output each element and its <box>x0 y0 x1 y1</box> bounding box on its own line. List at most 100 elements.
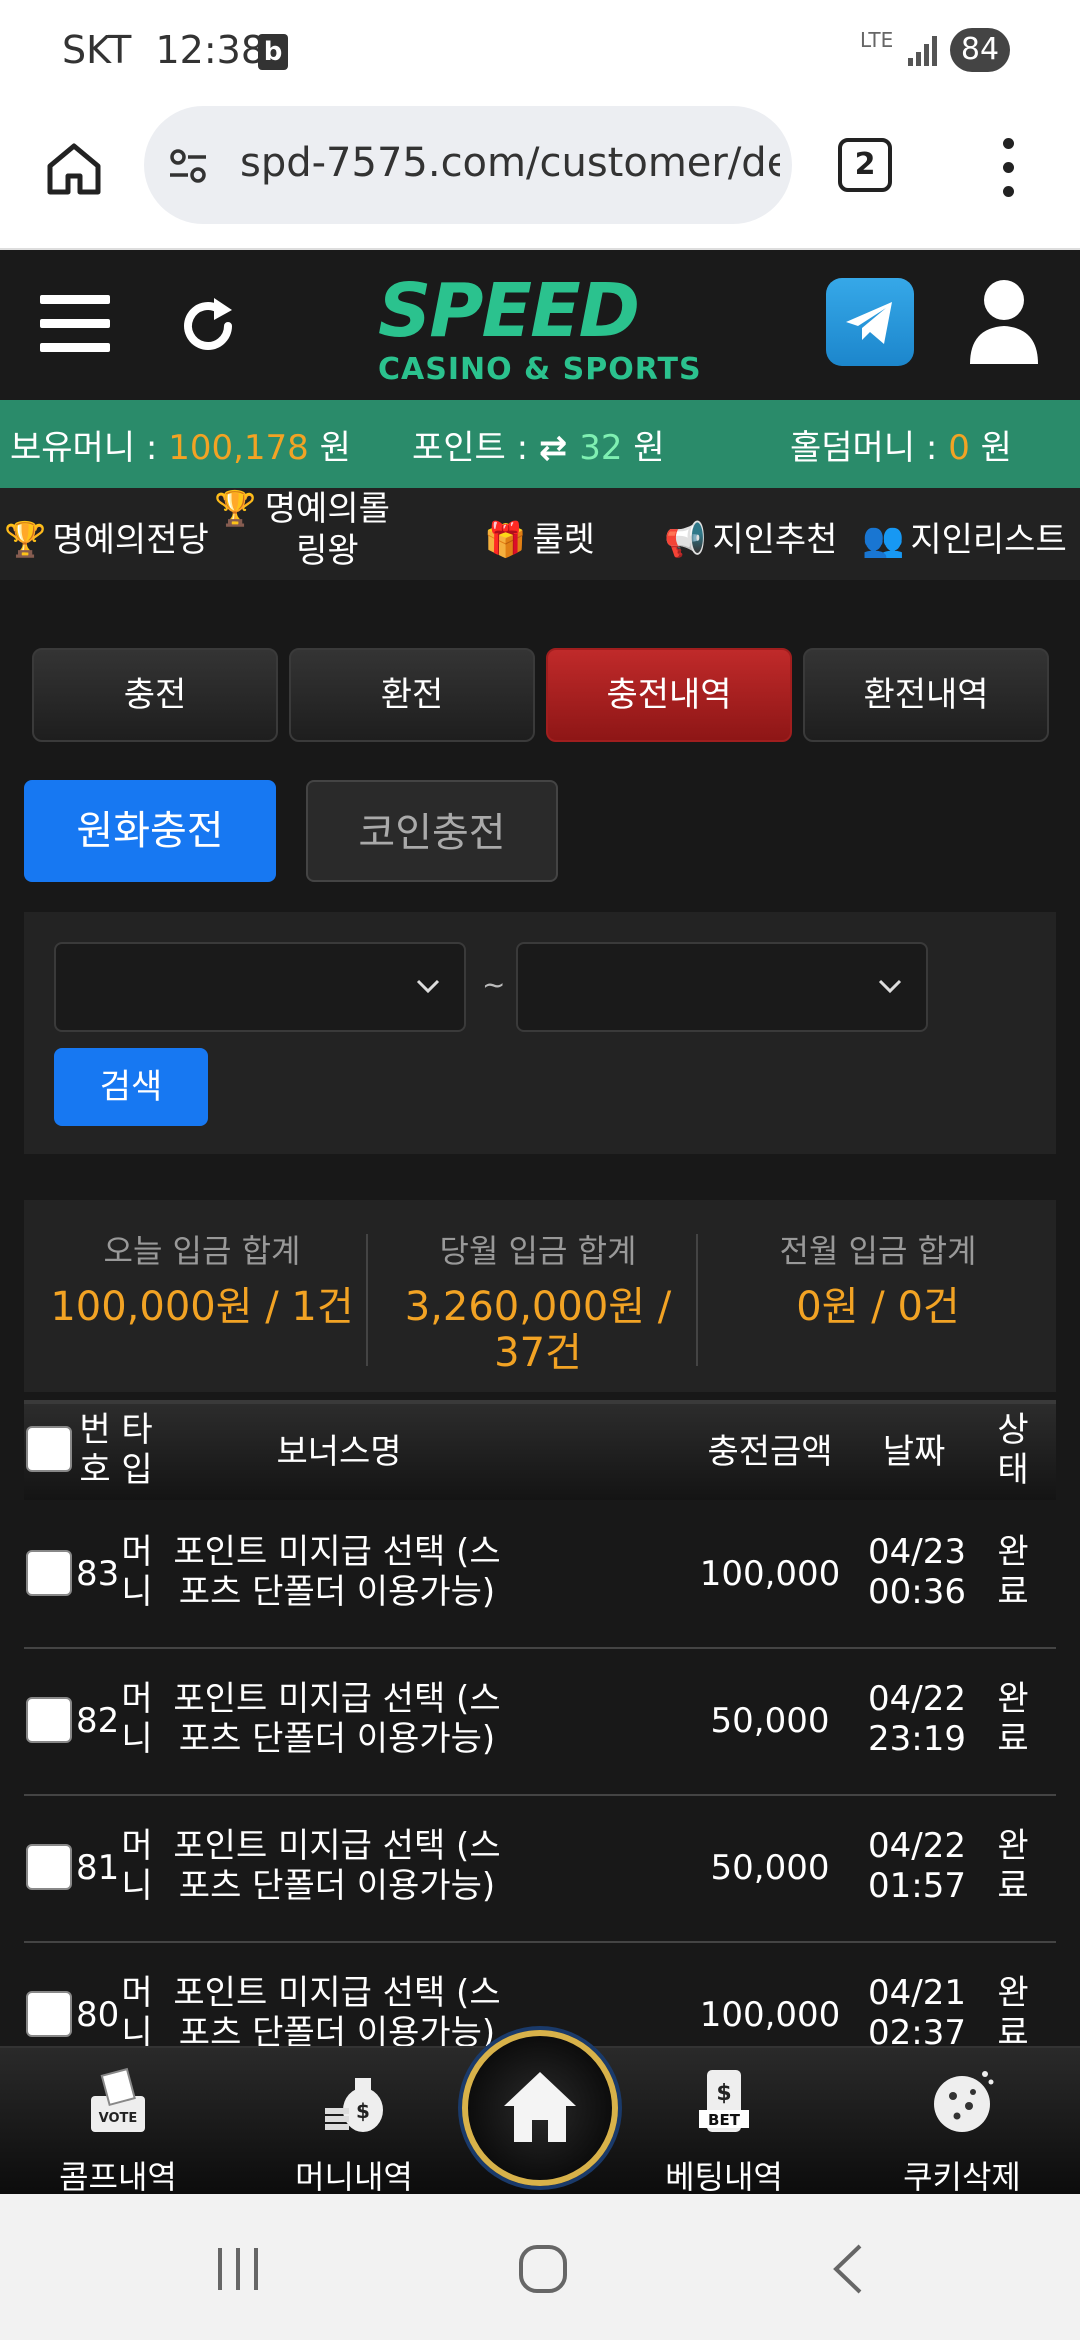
row-bonus: 포인트 미지급 선택 (스포츠 단폴더 이용가능) <box>173 1973 501 2048</box>
svg-text:$: $ <box>356 2099 370 2123</box>
row-checkbox[interactable] <box>26 1991 72 2037</box>
trophy-icon: 🏆 <box>4 520 47 560</box>
row-no: 80 <box>76 1995 120 2035</box>
site-logo[interactable]: SPEED CASINO & SPORTS <box>378 268 702 394</box>
nav-betting-history[interactable]: $ BET 베팅내역 <box>634 2066 814 2198</box>
menu-rolling-king[interactable]: 🏆 명예의롤링왕 <box>214 488 392 572</box>
nav-clear-cookies[interactable]: 쿠키삭제 <box>872 2066 1052 2198</box>
site-settings-icon[interactable] <box>168 146 208 186</box>
refresh-icon[interactable] <box>176 294 240 358</box>
col-amount: 충전금액 <box>707 1432 833 1472</box>
row-date: 04/22 01:57 <box>868 1826 966 1906</box>
cookie-icon <box>934 2071 994 2132</box>
tab-switcher-button[interactable]: 2 <box>838 138 892 192</box>
row-no: 82 <box>76 1701 120 1741</box>
nav-comp-history[interactable]: VOTE 콤프내역 <box>28 2066 208 2198</box>
subtab-coin-deposit[interactable]: 코인충전 <box>306 780 558 882</box>
points[interactable]: 포인트 : ⇄ 32 원 <box>412 420 665 469</box>
browser-home-icon[interactable] <box>44 138 104 198</box>
hamburger-menu-icon[interactable] <box>40 295 110 353</box>
back-icon[interactable] <box>828 2242 868 2296</box>
browser-toolbar: spd-7575.com/customer/de 2 <box>0 100 1080 250</box>
col-no: 번호 <box>79 1410 111 1490</box>
menu-roulette[interactable]: 🎁 룰렛 <box>484 512 595 561</box>
row-date: 04/23 00:36 <box>868 1532 966 1612</box>
range-separator: ~ <box>482 968 506 1001</box>
tab-withdraw[interactable]: 환전 <box>289 648 535 742</box>
start-date-select[interactable] <box>54 942 466 1032</box>
table-row: 83 머니 포인트 미지급 선택 (스포츠 단폴더 이용가능) 100,000 04/2… <box>24 1502 1056 1649</box>
row-status: 완료 <box>997 1532 1029 1612</box>
summary-this-month: 당월 입금 합계 3,260,000원 / 37건 <box>404 1232 672 1376</box>
signal-icon <box>908 32 940 66</box>
home-nav-icon[interactable] <box>518 2244 568 2294</box>
row-date: 04/21 02:37 <box>868 1973 966 2048</box>
home-button[interactable] <box>462 2030 618 2186</box>
deposit-summary: 오늘 입금 합계 100,000원 / 1건 당월 입금 합계 3,260,00… <box>24 1200 1056 1392</box>
table-row: 81 머니 포인트 미지급 선택 (스포츠 단폴더 이용가능) 50,000 04/22… <box>24 1796 1056 1943</box>
status-bar: SKT 12:38 b LTE 84 <box>0 0 1080 100</box>
summary-today: 오늘 입금 합계 100,000원 / 1건 <box>50 1232 354 1330</box>
url-text: spd-7575.com/customer/de <box>240 140 780 186</box>
tab-deposit[interactable]: 충전 <box>32 648 278 742</box>
row-checkbox[interactable] <box>26 1550 72 1596</box>
recent-apps-icon[interactable] <box>212 2244 264 2294</box>
user-profile-icon[interactable] <box>968 276 1040 368</box>
svg-text:$: $ <box>716 2081 731 2106</box>
bet-phone-icon: $ BET <box>699 2070 749 2132</box>
row-amount: 100,000 <box>699 1995 841 2035</box>
row-checkbox[interactable] <box>26 1697 72 1743</box>
row-amount: 50,000 <box>710 1701 830 1741</box>
row-no: 83 <box>76 1554 120 1594</box>
row-status: 완료 <box>997 1973 1029 2048</box>
row-amount: 100,000 <box>699 1554 841 1594</box>
browser-menu-icon[interactable] <box>998 138 1018 198</box>
menu-referral[interactable]: 📢 지인추천 <box>664 512 837 561</box>
holding-money: 보유머니 : 100,178 원 <box>10 428 351 468</box>
trophy-icon: 🏆 <box>214 489 257 529</box>
telegram-icon[interactable] <box>826 278 914 366</box>
battery-indicator: 84 <box>950 28 1010 72</box>
megaphone-icon: 📢 <box>664 520 707 560</box>
tab-withdraw-history[interactable]: 환전내역 <box>803 648 1049 742</box>
svg-text:BET: BET <box>708 2111 741 2129</box>
table-header: 번호 타입 보너스명 충전금액 날짜 상태 <box>24 1400 1056 1500</box>
search-button[interactable]: 검색 <box>54 1048 208 1126</box>
users-icon: 👥 <box>862 520 905 560</box>
system-navigation-bar <box>0 2194 1080 2340</box>
holdem-money: 홀덤머니 : 0 원 <box>790 428 1012 468</box>
menu-hall-of-fame[interactable]: 🏆 명예의전당 <box>4 512 209 561</box>
col-status: 상태 <box>997 1410 1029 1490</box>
row-bonus: 포인트 미지급 선택 (스포츠 단폴더 이용가능) <box>173 1826 501 1906</box>
row-date: 04/22 23:19 <box>868 1679 966 1759</box>
nav-money-history[interactable]: $ 머니내역 <box>264 2066 444 2198</box>
row-amount: 50,000 <box>710 1848 830 1888</box>
home-icon <box>504 2072 576 2142</box>
quick-menu: 🏆 명예의전당 🏆 명예의롤링왕 🎁 룰렛 📢 지인추천 👥 지인리스트 <box>0 488 1080 580</box>
row-no: 81 <box>76 1848 120 1888</box>
col-type: 타입 <box>121 1410 153 1490</box>
select-all-checkbox[interactable] <box>26 1426 72 1472</box>
row-status: 완료 <box>997 1679 1029 1759</box>
subtab-krw-deposit[interactable]: 원화충전 <box>24 780 276 882</box>
svg-text:VOTE: VOTE <box>99 2111 138 2126</box>
end-date-select[interactable] <box>516 942 928 1032</box>
deposit-history-table: 번호 타입 보너스명 충전금액 날짜 상태 83 머니 포인트 미지급 선택 (스포… <box>24 1400 1056 2048</box>
row-type: 머니 <box>121 1826 153 1906</box>
row-type: 머니 <box>121 1973 153 2048</box>
chevron-down-icon <box>416 979 440 994</box>
summary-last-month: 전월 입금 합계 0원 / 0건 <box>779 1232 977 1330</box>
status-carrier-time: SKT 12:38 <box>62 28 265 72</box>
tab-deposit-history[interactable]: 충전내역 <box>546 648 792 742</box>
exchange-icon: ⇄ <box>538 428 580 468</box>
row-type: 머니 <box>121 1532 153 1612</box>
site-header: SPEED CASINO & SPORTS <box>0 250 1080 400</box>
row-checkbox[interactable] <box>26 1844 72 1890</box>
divider <box>366 1234 368 1366</box>
date-filter-panel: ~ 검색 <box>24 912 1056 1154</box>
col-date: 날짜 <box>882 1432 946 1472</box>
row-type: 머니 <box>121 1679 153 1759</box>
address-bar[interactable]: spd-7575.com/customer/de <box>144 106 792 224</box>
divider <box>696 1234 698 1366</box>
menu-referral-list[interactable]: 👥 지인리스트 <box>862 512 1067 561</box>
